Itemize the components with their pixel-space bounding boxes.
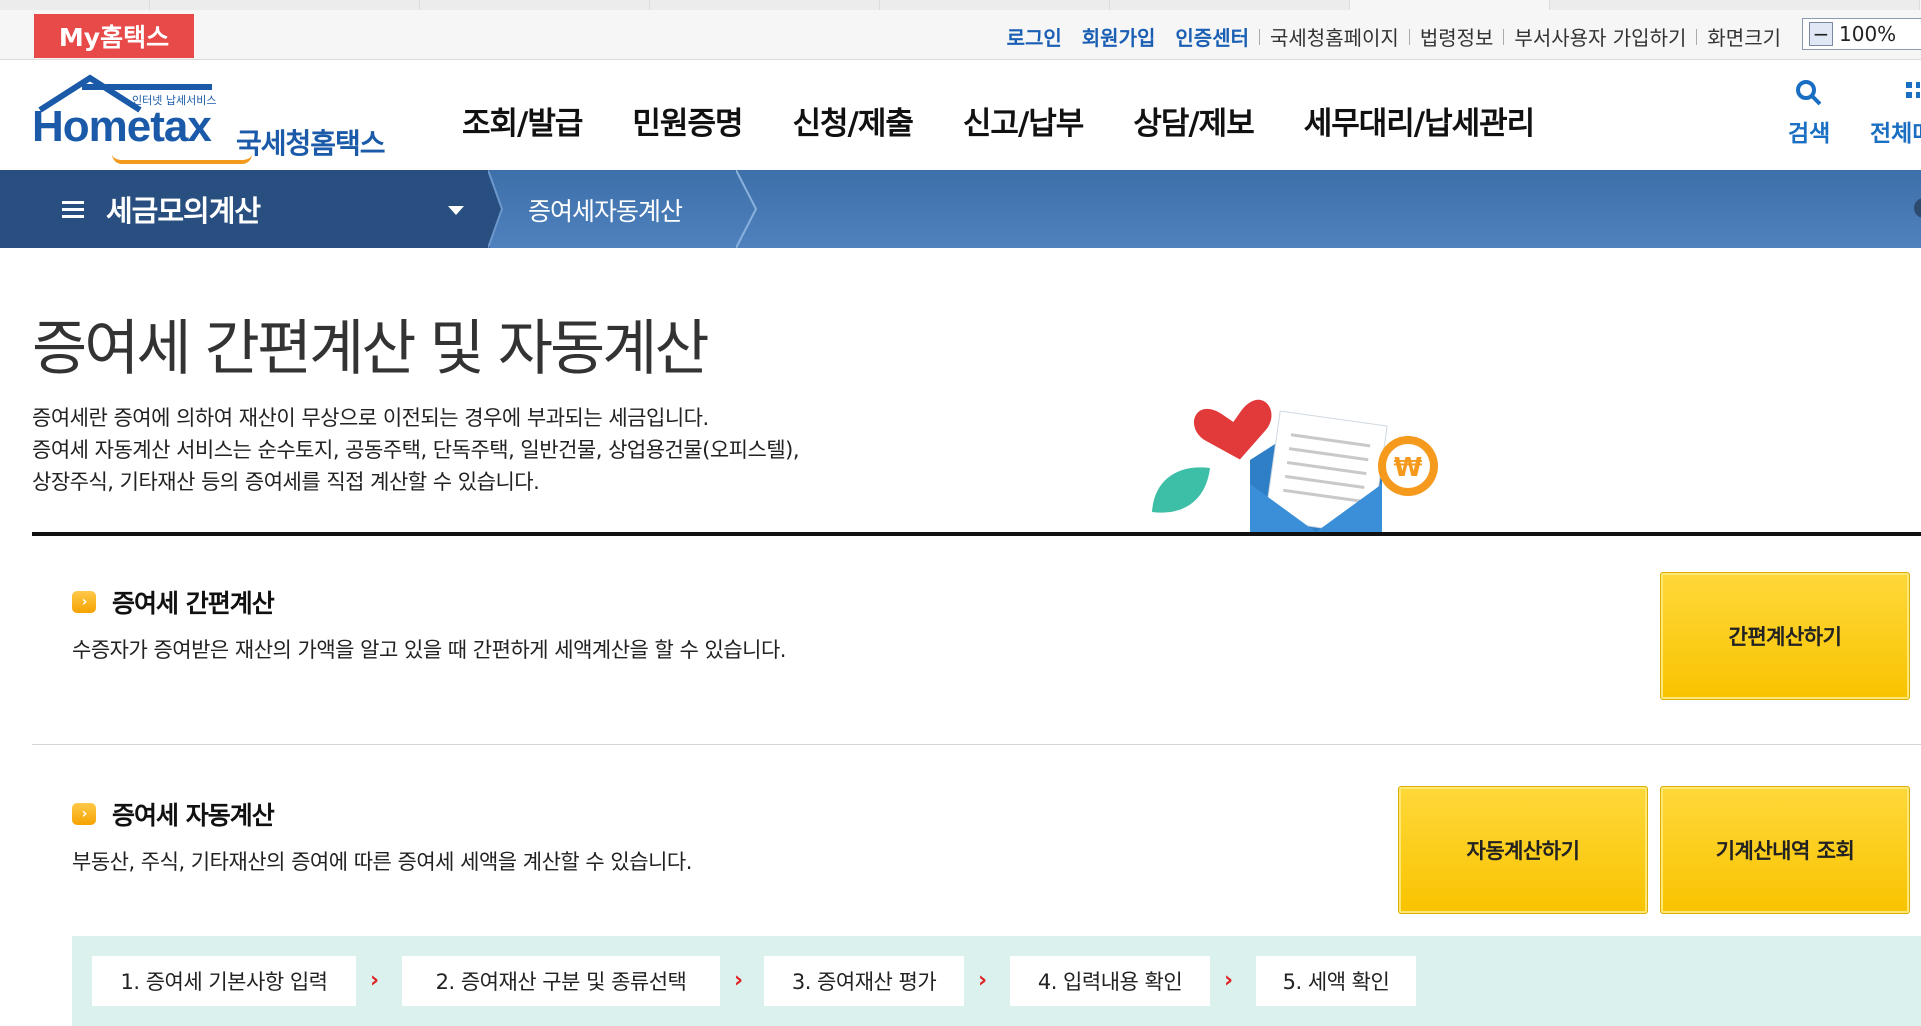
all-menu-button[interactable]: 전체메뉴 bbox=[1870, 78, 1921, 148]
location-menu-label: 세금모의계산 bbox=[106, 194, 261, 228]
location-menu[interactable]: 세금모의계산 bbox=[62, 188, 261, 230]
dept-user-signup-link[interactable]: 부서사용자 가입하기 bbox=[1504, 22, 1696, 51]
cert-center-link[interactable]: 인증센터 bbox=[1165, 22, 1259, 51]
page-description: 증여세란 증여에 의하여 재산이 무상으로 이전되는 경우에 부과되는 세금입니… bbox=[32, 402, 800, 498]
auto-calc-desc: 부동산, 주식, 기타재산의 증여에 따른 증여세 세액을 계산할 수 있습니다… bbox=[72, 850, 692, 874]
section-divider bbox=[32, 532, 1921, 536]
calc-history-button[interactable]: 기계산내역 조회 bbox=[1660, 786, 1910, 914]
utility-bar: My홈택스 로그인 회원가입 인증센터 국세청홈페이지 법령정보 부서사용자 가… bbox=[0, 0, 1921, 60]
gnb-consult[interactable]: 상담/제보 bbox=[1133, 98, 1254, 143]
desc-line: 상장주식, 기타재산 등의 증여세를 직접 계산할 수 있습니다. bbox=[32, 470, 540, 494]
logo-korean: 국세청홈택스 bbox=[236, 127, 386, 160]
signup-link[interactable]: 회원가입 bbox=[1072, 22, 1166, 51]
search-button[interactable]: 검색 bbox=[1788, 78, 1830, 148]
desc-line: 증여세란 증여에 의하여 재산이 무상으로 이전되는 경우에 부과되는 세금입니… bbox=[32, 406, 709, 430]
my-hometax-button[interactable]: My홈택스 bbox=[34, 14, 194, 58]
auto-calc-button[interactable]: 자동계산하기 bbox=[1398, 786, 1648, 914]
calc-steps: 1. 증여세 기본사항 입력 › 2. 증여재산 구분 및 종류선택 › 3. … bbox=[72, 936, 1921, 1026]
svg-text:₩: ₩ bbox=[1394, 453, 1423, 483]
step-item: 3. 증여재산 평가 bbox=[764, 956, 964, 1006]
gnb-tax-agent[interactable]: 세무대리/납세관리 bbox=[1304, 98, 1535, 143]
law-info-link[interactable]: 법령정보 bbox=[1410, 22, 1504, 51]
hometax-logo[interactable]: 인터넷 납세서비스 Hometax 국세청홈택스 bbox=[32, 74, 402, 164]
all-menu-label: 전체메뉴 bbox=[1870, 121, 1921, 147]
step-item: 1. 증여세 기본사항 입력 bbox=[92, 956, 356, 1006]
simple-calc-button[interactable]: 간편계산하기 bbox=[1660, 572, 1910, 700]
leaf-icon bbox=[1152, 467, 1210, 513]
page-title: 증여세 간편계산 및 자동계산 bbox=[32, 314, 710, 384]
logo-swoosh bbox=[112, 154, 252, 164]
gnb-report-pay[interactable]: 신고/납부 bbox=[963, 98, 1084, 143]
chevron-right-icon: › bbox=[978, 968, 988, 993]
simple-calc-heading: › 증여세 간편계산 bbox=[72, 584, 275, 620]
simple-calc-desc: 수증자가 증여받은 재산의 가액을 알고 있을 때 간편하게 세액계산을 할 수… bbox=[72, 638, 786, 662]
location-bar-control[interactable] bbox=[1914, 198, 1921, 218]
browser-tab-strip bbox=[0, 0, 1921, 10]
breadcrumb-arrow-shape bbox=[488, 170, 504, 248]
search-label: 검색 bbox=[1788, 121, 1831, 147]
screen-size-label: 화면크기 bbox=[1707, 26, 1781, 50]
site-header: 인터넷 납세서비스 Hometax 국세청홈택스 조회/발급 민원증명 신청/제… bbox=[0, 60, 1921, 170]
nts-homepage-link[interactable]: 국세청홈페이지 bbox=[1260, 22, 1409, 51]
chevron-down-icon[interactable] bbox=[448, 206, 464, 215]
gift-tax-illustration: ₩ bbox=[1152, 399, 1438, 532]
chevron-right-icon: › bbox=[1224, 968, 1234, 993]
grid-menu-icon bbox=[1906, 82, 1921, 98]
step-item: 4. 입력내용 확인 bbox=[1010, 956, 1210, 1006]
gnb-inquiry[interactable]: 조회/발급 bbox=[462, 98, 583, 143]
step-item: 2. 증여재산 구분 및 종류선택 bbox=[402, 956, 720, 1006]
won-coin-icon: ₩ bbox=[1378, 436, 1438, 496]
chevron-right-icon: › bbox=[72, 803, 96, 825]
chevron-right-icon: › bbox=[734, 968, 744, 993]
chevron-right-icon: › bbox=[370, 968, 380, 993]
desc-line: 증여세 자동계산 서비스는 순수토지, 공동주택, 단독주택, 일반건물, 상업… bbox=[32, 438, 800, 462]
zoom-out-button[interactable]: − bbox=[1809, 22, 1833, 46]
login-link[interactable]: 로그인 bbox=[997, 22, 1072, 51]
global-nav: 조회/발급 민원증명 신청/제출 신고/납부 상담/제보 세무대리/납세관리 bbox=[462, 98, 1584, 143]
simple-calc-title: 증여세 간편계산 bbox=[112, 589, 275, 618]
section-divider bbox=[32, 744, 1921, 745]
utility-links: 로그인 회원가입 인증센터 국세청홈페이지 법령정보 부서사용자 가입하기 화면… bbox=[997, 22, 1791, 51]
auto-calc-heading: › 증여세 자동계산 bbox=[72, 796, 275, 832]
gnb-civil-cert[interactable]: 민원증명 bbox=[632, 98, 743, 143]
gnb-apply[interactable]: 신청/제출 bbox=[793, 98, 914, 143]
breadcrumb-arrow-shape bbox=[736, 170, 758, 248]
search-icon bbox=[1796, 80, 1822, 106]
zoom-value: 100% bbox=[1839, 22, 1897, 46]
zoom-control: − 100% bbox=[1802, 18, 1921, 50]
envelope-icon bbox=[1250, 410, 1388, 532]
hamburger-icon bbox=[62, 197, 84, 222]
logo-wordmark: Hometax bbox=[32, 102, 212, 151]
location-bar: 세금모의계산 증여세자동계산 bbox=[0, 170, 1921, 248]
auto-calc-title: 증여세 자동계산 bbox=[112, 801, 275, 830]
chevron-right-icon: › bbox=[72, 591, 96, 613]
location-current: 증여세자동계산 bbox=[528, 197, 683, 226]
step-item: 5. 세액 확인 bbox=[1256, 956, 1416, 1006]
